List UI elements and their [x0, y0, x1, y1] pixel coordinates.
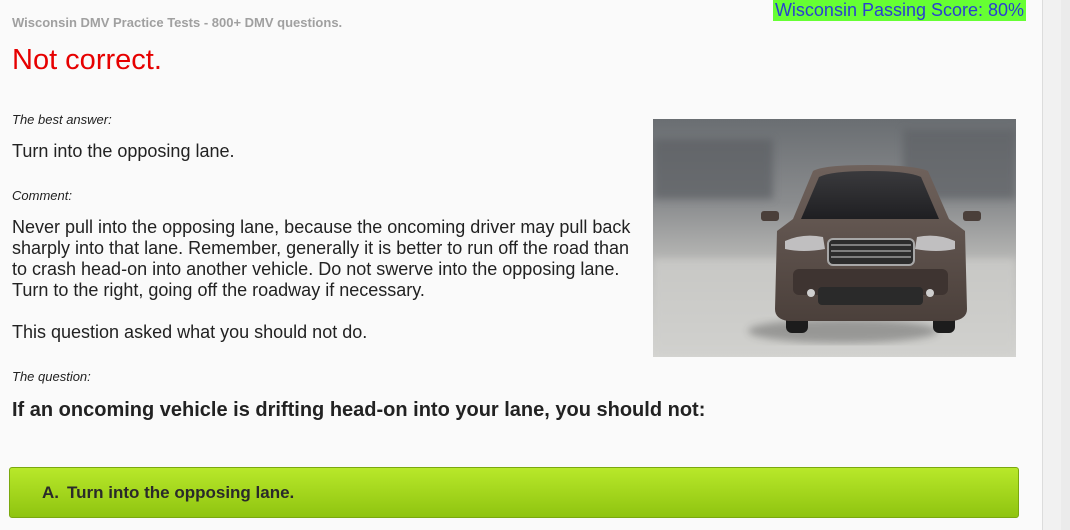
best-answer-label: The best answer: [12, 112, 112, 127]
question-text: If an oncoming vehicle is drifting head-… [12, 399, 706, 421]
question-label: The question: [12, 369, 91, 384]
car-photo [653, 119, 1016, 357]
answer-option-a[interactable]: A. Turn into the opposing lane. [9, 467, 1019, 518]
comment-paragraph: This question asked what you should not … [12, 322, 368, 342]
site-title: Wisconsin DMV Practice Tests - 800+ DMV … [12, 15, 343, 30]
comment-text: Never pull into the opposing lane, becau… [12, 217, 642, 343]
best-answer-text: Turn into the opposing lane. [12, 141, 235, 161]
passing-score-badge: Wisconsin Passing Score: 80% [773, 0, 1026, 21]
result-status: Not correct. [12, 44, 162, 76]
scrollbar-thumb[interactable] [1061, 0, 1070, 530]
answer-letter: A. [42, 482, 59, 502]
comment-label: Comment: [12, 188, 72, 203]
comment-paragraph: Never pull into the opposing lane, becau… [12, 217, 631, 300]
answer-text: Turn into the opposing lane. [67, 482, 295, 502]
